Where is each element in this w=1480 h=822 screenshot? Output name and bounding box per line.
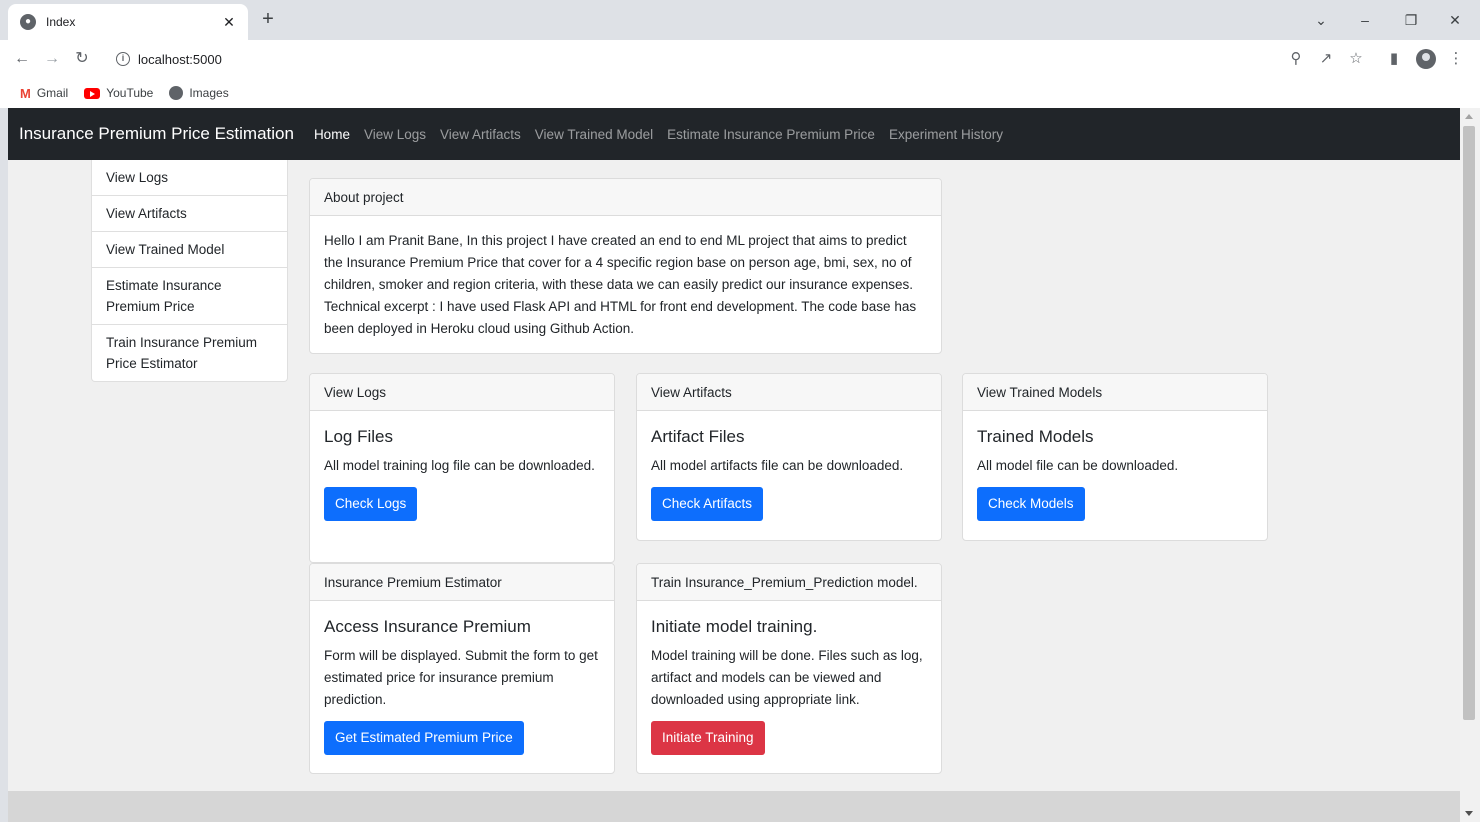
check-artifacts-button[interactable]: Check Artifacts (651, 487, 764, 521)
artifacts-card: View Artifacts Artifact Files All model … (636, 373, 942, 541)
card-header: View Artifacts (637, 374, 941, 411)
new-tab-button[interactable]: + (256, 8, 280, 32)
initiate-training-button[interactable]: Initiate Training (651, 721, 765, 755)
menu-icon[interactable]: ⋮ (1446, 49, 1466, 69)
about-card: About project Hello I am Pranit Bane, In… (309, 178, 942, 354)
browser-tab-strip: ● Index ✕ + ⌄ – ❐ ✕ (0, 0, 1480, 40)
back-button[interactable]: ← (10, 48, 34, 70)
bookmark-star-icon[interactable]: ☆ (1346, 49, 1366, 69)
share-icon[interactable]: ↗ (1316, 49, 1336, 69)
globe-icon (169, 86, 184, 100)
card-header: View Logs (310, 374, 614, 411)
reload-button[interactable]: ↻ (70, 48, 94, 70)
get-estimated-price-button[interactable]: Get Estimated Premium Price (324, 721, 524, 755)
scroll-up-icon[interactable] (1465, 114, 1473, 119)
bookmark-images[interactable]: Images (169, 86, 229, 100)
globe-icon: ● (20, 14, 36, 30)
minimize-button[interactable]: – (1350, 8, 1380, 32)
tab-title: Index (46, 15, 76, 29)
side-panel-icon[interactable]: ▮ (1384, 49, 1404, 69)
browser-toolbar: ← → ↻ i localhost:5000 ⚲ ↗ ☆ ▮ ⋮ (0, 40, 1480, 78)
card-header: Train Insurance_Premium_Prediction model… (637, 564, 941, 601)
nav-link-experiment-history[interactable]: Experiment History (889, 127, 1003, 142)
nav-link-view-trained-model[interactable]: View Trained Model (535, 127, 653, 142)
check-models-button[interactable]: Check Models (977, 487, 1085, 521)
card-title: Trained Models (977, 427, 1094, 446)
sidebar-item-view-trained-model[interactable]: View Trained Model (92, 231, 287, 267)
sidebar-item-estimate-premium[interactable]: Estimate Insurance Premium Price (92, 267, 287, 324)
card-title: Access Insurance Premium (324, 617, 531, 636)
top-navbar: Insurance Premium Price Estimation Home … (8, 108, 1460, 160)
card-title: Artifact Files (651, 427, 745, 446)
browser-tab[interactable]: ● Index ✕ (8, 4, 248, 40)
bookmark-label: YouTube (106, 86, 154, 100)
about-text: Hello I am Pranit Bane, In this project … (324, 233, 917, 336)
bookmarks-bar: M Gmail YouTube Images (0, 78, 1480, 108)
page-footer (8, 791, 1460, 822)
sidebar-item-train-estimator[interactable]: Train Insurance Premium Price Estimator (92, 324, 287, 381)
bookmark-youtube[interactable]: YouTube (84, 86, 153, 100)
bookmark-label: Images (189, 86, 229, 100)
zoom-icon[interactable]: ⚲ (1286, 49, 1306, 69)
vertical-scrollbar[interactable] (1460, 108, 1480, 822)
models-card: View Trained Models Trained Models All m… (962, 373, 1268, 541)
check-logs-button[interactable]: Check Logs (324, 487, 418, 521)
forward-button[interactable]: → (40, 48, 64, 70)
sidebar-item-view-logs[interactable]: View Logs (92, 160, 287, 195)
bookmark-label: Gmail (36, 86, 69, 100)
card-title: Initiate model training. (651, 617, 818, 636)
close-window-button[interactable]: ✕ (1440, 8, 1470, 32)
card-title: Log Files (324, 427, 393, 446)
nav-link-view-artifacts[interactable]: View Artifacts (440, 127, 521, 142)
card-text: Model training will be done. Files such … (651, 648, 923, 707)
scrollbar-thumb[interactable] (1463, 126, 1475, 720)
scroll-down-icon[interactable] (1465, 811, 1473, 816)
card-text: All model file can be downloaded. (977, 458, 1179, 473)
nav-link-estimate-premium[interactable]: Estimate Insurance Premium Price (667, 127, 875, 142)
nav-link-home[interactable]: Home (314, 127, 350, 142)
card-header: About project (310, 179, 941, 216)
profile-avatar[interactable] (1416, 49, 1436, 69)
info-icon[interactable]: i (116, 52, 130, 66)
bookmark-gmail[interactable]: M Gmail (20, 86, 68, 101)
close-tab-icon[interactable]: ✕ (220, 14, 238, 31)
restore-button[interactable]: ❐ (1396, 8, 1426, 32)
sidebar: View Logs View Artifacts View Trained Mo… (91, 160, 288, 382)
nav-link-view-logs[interactable]: View Logs (364, 127, 426, 142)
address-bar[interactable]: i localhost:5000 (104, 46, 1334, 72)
card-text: All model artifacts file can be download… (651, 458, 904, 473)
sidebar-item-view-artifacts[interactable]: View Artifacts (92, 195, 287, 231)
training-card: Train Insurance_Premium_Prediction model… (636, 563, 942, 774)
url-text: localhost:5000 (138, 51, 222, 67)
gmail-icon: M (20, 85, 31, 101)
estimator-card: Insurance Premium Estimator Access Insur… (309, 563, 615, 774)
chevron-down-icon[interactable]: ⌄ (1306, 8, 1336, 32)
logs-card: View Logs Log Files All model training l… (309, 373, 615, 563)
card-header: Insurance Premium Estimator (310, 564, 614, 601)
card-text: Form will be displayed. Submit the form … (324, 648, 598, 707)
page-viewport: Insurance Premium Price Estimation Home … (8, 108, 1460, 822)
navbar-brand[interactable]: Insurance Premium Price Estimation (19, 124, 294, 144)
card-text: All model training log file can be downl… (324, 458, 595, 473)
card-header: View Trained Models (963, 374, 1267, 411)
youtube-icon (84, 87, 101, 99)
